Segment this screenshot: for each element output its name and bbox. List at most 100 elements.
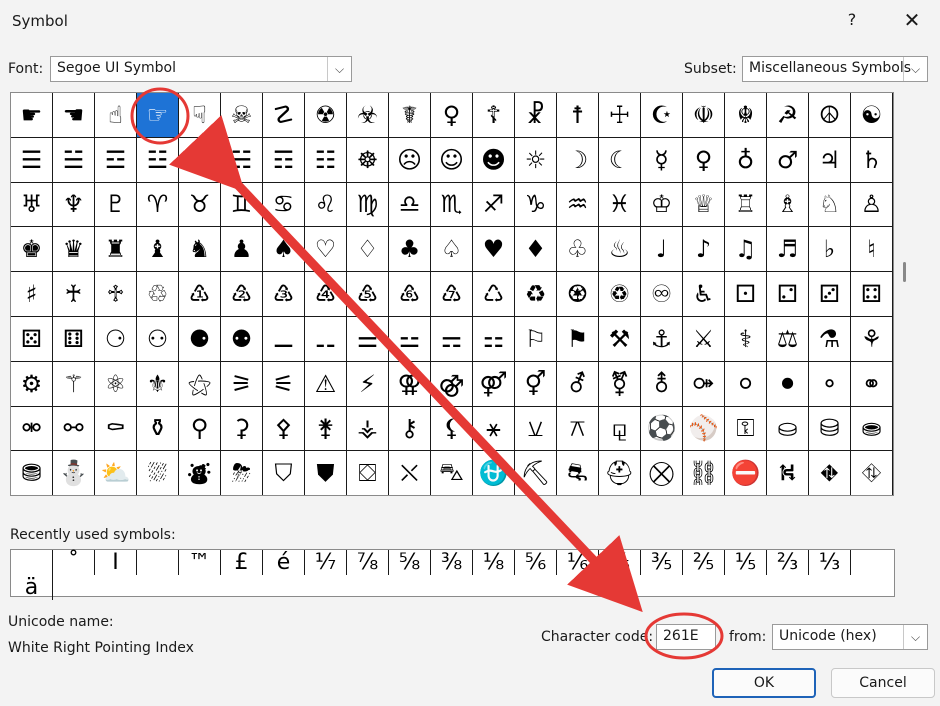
recent-symbol-cell[interactable]: ⅘ [599, 550, 641, 575]
symbol-cell[interactable]: ⚝ [179, 361, 221, 407]
cancel-button[interactable]: Cancel [831, 668, 935, 698]
symbol-cell[interactable]: ♹ [431, 272, 473, 317]
symbol-cell[interactable]: ⚮ [11, 406, 53, 452]
symbol-cell[interactable]: ♳ [179, 272, 221, 317]
symbol-cell[interactable]: ⚩ [683, 361, 725, 407]
symbol-cell[interactable]: ♑ [515, 182, 557, 228]
symbol-cell[interactable]: ☭ [767, 93, 809, 138]
symbol-cell[interactable]: ⚸ [431, 406, 473, 452]
symbol-cell[interactable]: ⚖ [767, 316, 809, 362]
symbol-cell[interactable]: ♆ [53, 182, 95, 228]
recent-symbol-cell[interactable]: ⅕ [725, 550, 767, 575]
symbol-cell[interactable]: ☲ [95, 137, 137, 183]
symbol-cell[interactable]: ☣ [347, 93, 389, 138]
symbol-cell[interactable]: ⛕ [767, 451, 809, 495]
recent-symbol-cell[interactable]: ⅓ [809, 550, 851, 575]
symbol-cell[interactable]: ☤ [389, 93, 431, 138]
symbol-cell[interactable]: ☴ [179, 137, 221, 183]
symbol-cell[interactable]: ♍ [347, 182, 389, 228]
chevron-down-icon[interactable]: ⌵ [903, 57, 927, 81]
recent-symbol-cell[interactable]: ™ [179, 550, 221, 575]
recent-symbol-cell[interactable]: ä [11, 575, 53, 600]
symbol-cell[interactable]: ⚤ [473, 361, 515, 407]
symbol-cell[interactable]: ⚹ [473, 406, 515, 452]
symbol-cell[interactable]: ⚰ [95, 406, 137, 452]
symbol-cell[interactable]: ⚪ [725, 361, 767, 407]
symbol-cell[interactable]: ♋ [263, 182, 305, 228]
symbol-cell[interactable]: ♲ [137, 272, 179, 317]
symbol-cell[interactable]: ♔ [641, 182, 683, 228]
symbol-cell[interactable]: ♢ [347, 227, 389, 273]
symbol-cell[interactable]: ♧ [557, 227, 599, 273]
symbol-cell[interactable]: ♰ [53, 272, 95, 317]
symbol-cell[interactable]: ♄ [851, 137, 893, 183]
symbol-cell[interactable]: ⚢ [389, 361, 431, 407]
symbol-cell[interactable]: ♠ [263, 227, 305, 273]
scroll-thumb[interactable] [903, 262, 906, 282]
symbol-cell[interactable]: ⚵ [305, 406, 347, 452]
symbol-cell[interactable]: ⚉ [221, 316, 263, 362]
symbol-cell[interactable]: ⛁ [809, 406, 851, 452]
symbol-cell[interactable]: ☡ [263, 93, 305, 138]
symbol-cell[interactable]: ⚒ [599, 316, 641, 362]
symbol-cell[interactable]: ⚚ [53, 361, 95, 407]
recent-symbol-cell[interactable]: ⅗ [641, 550, 683, 575]
recent-symbol-cell[interactable]: ˚ [53, 550, 95, 575]
symbol-cell[interactable]: ⚔ [683, 316, 725, 362]
recent-symbol-cell[interactable]: ⅙ [557, 550, 599, 575]
recent-symbol-cell[interactable]: ⅜ [431, 550, 473, 575]
symbol-cell[interactable]: ♼ [557, 272, 599, 317]
symbol-cell[interactable]: ⚲ [179, 406, 221, 452]
symbol-cell[interactable]: ⚟ [263, 361, 305, 407]
symbol-cell[interactable]: ♣ [389, 227, 431, 273]
recent-symbol-cell[interactable]: ⅐ [305, 550, 347, 575]
symbol-cell[interactable]: ☯ [851, 93, 893, 138]
symbol-cell[interactable]: ⚕ [725, 316, 767, 362]
symbol-cell[interactable]: ☱ [53, 137, 95, 183]
symbol-cell[interactable]: ⛂ [851, 406, 893, 452]
symbol-cell[interactable]: ♯ [11, 272, 53, 317]
symbol-cell[interactable]: ☸ [347, 137, 389, 183]
symbol-cell[interactable]: ♚ [11, 227, 53, 273]
symbol-cell[interactable]: ⚯ [53, 406, 95, 452]
symbol-cell[interactable]: ⚫ [767, 361, 809, 407]
symbol-cell[interactable]: ☾ [599, 137, 641, 183]
symbol-cell[interactable]: ☬ [725, 93, 767, 138]
symbol-cell[interactable]: ♶ [305, 272, 347, 317]
symbol-cell[interactable]: ♤ [431, 227, 473, 273]
symbol-cell[interactable]: ♷ [347, 272, 389, 317]
symbol-cell[interactable]: ⚠ [305, 361, 347, 407]
recent-symbol-cell[interactable]: I [95, 550, 137, 575]
symbol-grid-scrollbar[interactable] [896, 92, 912, 496]
symbol-cell[interactable]: ♛ [53, 227, 95, 273]
symbol-cell[interactable]: ⛗ [851, 451, 893, 495]
symbol-cell[interactable]: ☿ [641, 137, 683, 183]
symbol-cell[interactable]: ⛈ [221, 451, 263, 495]
symbol-cell[interactable]: ☦ [473, 93, 515, 138]
symbol-cell[interactable]: ⚘ [851, 316, 893, 362]
symbol-cell[interactable]: ⚴ [263, 406, 305, 452]
symbol-cell[interactable]: ☻ [473, 137, 515, 183]
symbol-cell[interactable]: ♦ [515, 227, 557, 273]
symbol-cell[interactable]: ⚬ [809, 361, 851, 407]
symbol-cell[interactable]: ♟ [221, 227, 263, 273]
symbol-cell[interactable]: ♭ [809, 227, 851, 273]
symbol-cell[interactable]: ⚆ [95, 316, 137, 362]
symbol-cell[interactable]: ♞ [179, 227, 221, 273]
symbol-cell[interactable]: ⚞ [221, 361, 263, 407]
symbol-cell[interactable]: ⛇ [179, 451, 221, 495]
symbol-cell[interactable]: ⚱ [137, 406, 179, 452]
symbol-cell[interactable]: ♕ [683, 182, 725, 228]
symbol-cell[interactable]: ⚗ [809, 316, 851, 362]
symbol-cell[interactable]: ⚊ [263, 316, 305, 362]
recent-symbol-cell[interactable]: ⅛ [473, 550, 515, 575]
symbol-cell[interactable]: ♏ [431, 182, 473, 228]
symbol-cell[interactable]: ♀ [431, 93, 473, 138]
symbol-cell[interactable]: ♫ [725, 227, 767, 273]
symbol-cell[interactable]: ☹ [389, 137, 431, 183]
symbol-cell[interactable]: ⛌ [389, 451, 431, 495]
symbol-cell[interactable]: ⚓ [641, 316, 683, 362]
symbol-cell[interactable]: ☚ [53, 93, 95, 138]
symbol-cell[interactable]: ⚍ [389, 316, 431, 362]
symbol-cell[interactable]: ⛄ [53, 451, 95, 495]
